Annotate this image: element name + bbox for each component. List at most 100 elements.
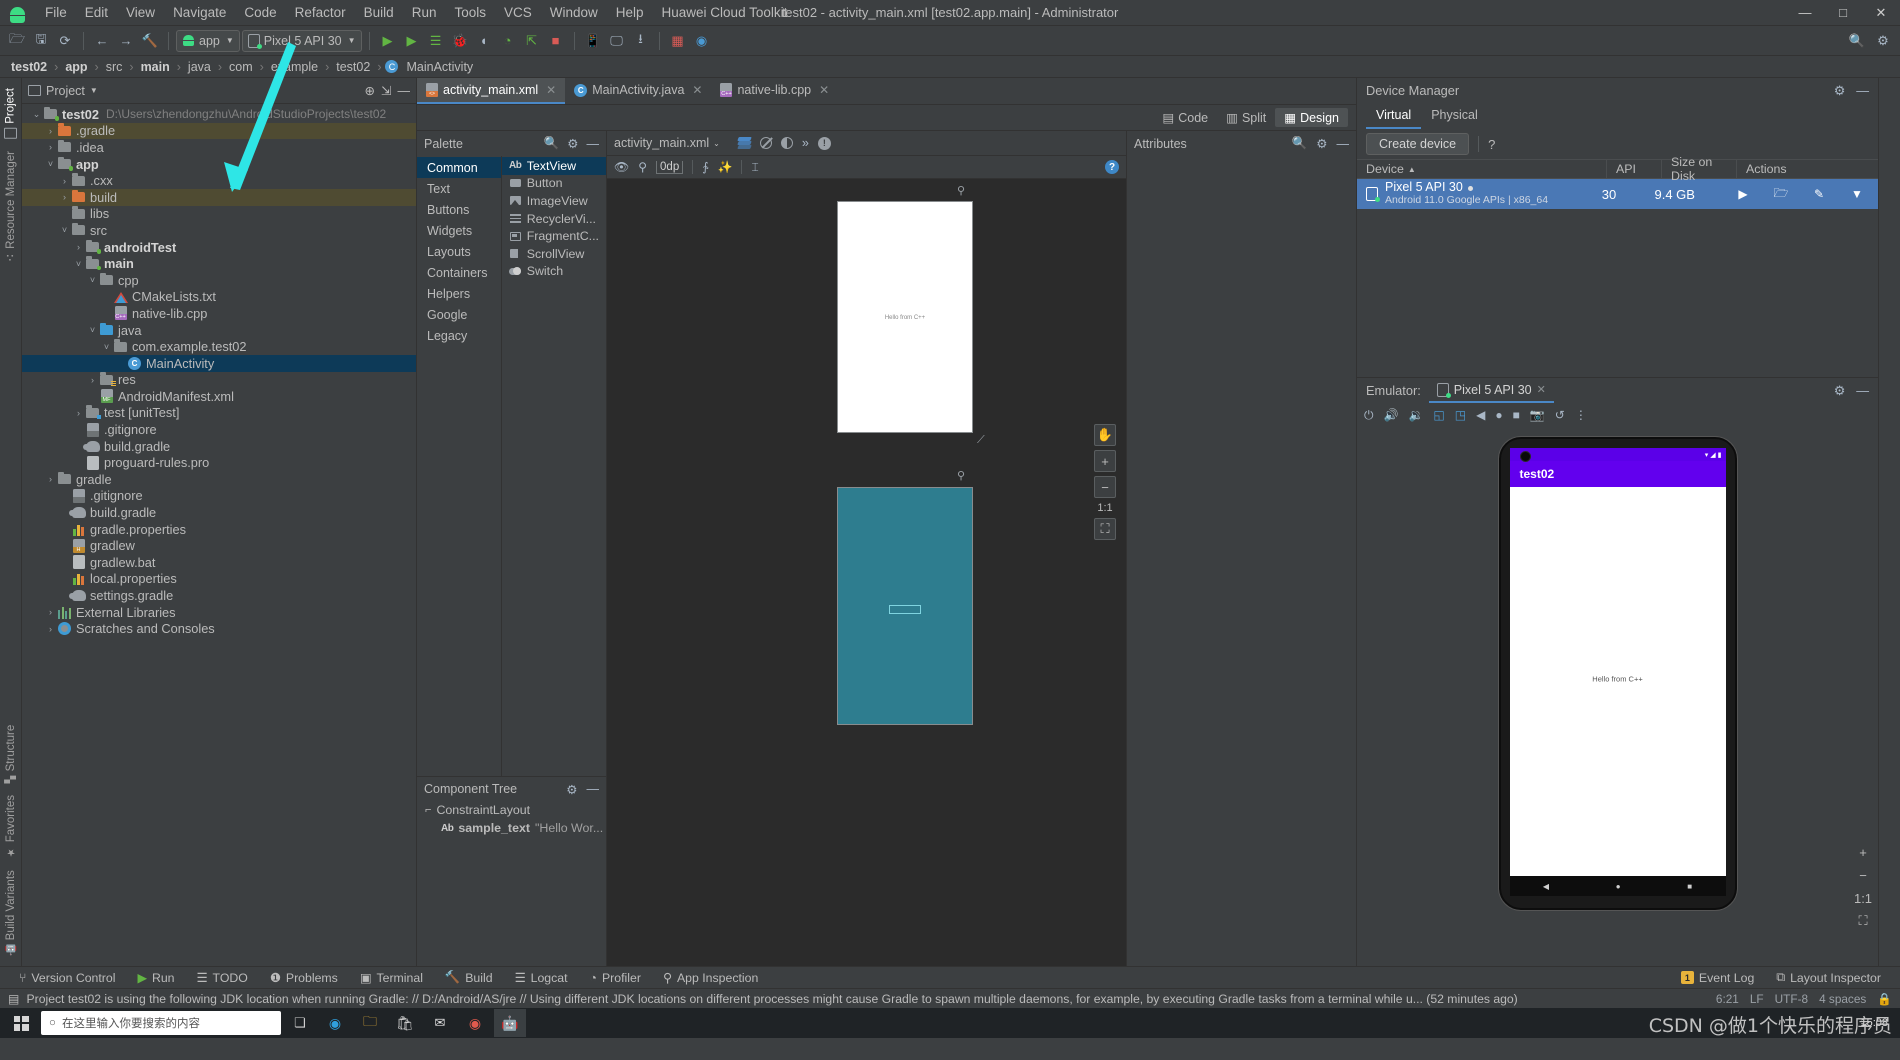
bottom-item-profiler[interactable]: ◔ Profiler bbox=[579, 971, 652, 985]
help-icon[interactable]: ? bbox=[1105, 160, 1119, 174]
forward-arrow-icon[interactable]: → bbox=[115, 30, 137, 52]
line-separator[interactable]: LF bbox=[1750, 992, 1764, 1006]
hide-palette-icon[interactable]: — bbox=[587, 137, 600, 151]
show-constraints-icon[interactable]: 👁 bbox=[614, 160, 629, 174]
more-options-icon[interactable]: » bbox=[802, 136, 809, 150]
mail-icon[interactable]: ✉ bbox=[424, 1009, 456, 1037]
attach-debugger-icon[interactable]: ◖ bbox=[473, 30, 495, 52]
blueprint-preview-frame[interactable] bbox=[837, 487, 973, 725]
tree-row-gitignore[interactable]: ›.gitignore bbox=[22, 488, 416, 505]
bottom-item-todo[interactable]: ☰ TODO bbox=[186, 971, 259, 985]
back-arrow-icon[interactable]: ← bbox=[91, 30, 113, 52]
chrome-icon[interactable]: ◉ bbox=[459, 1009, 491, 1037]
tree-row-scratches-and-consoles[interactable]: › Scratches and Consoles bbox=[22, 620, 416, 637]
menu-navigate[interactable]: Navigate bbox=[164, 2, 235, 23]
expand-arrow-icon[interactable]: ⌄ bbox=[30, 109, 43, 120]
tree-row-root[interactable]: ⌄ test02 D:\Users\zhendongzhu\AndroidStu… bbox=[22, 106, 416, 123]
breadcrumb-java[interactable]: java bbox=[185, 60, 214, 74]
tree-row-java[interactable]: ˅ java bbox=[22, 322, 416, 339]
infer-constraints-icon[interactable]: ✨ bbox=[717, 160, 732, 174]
palette-category-helpers[interactable]: Helpers bbox=[417, 283, 501, 304]
avd-manager-icon[interactable]: 📱 bbox=[582, 30, 604, 52]
palette-category-buttons[interactable]: Buttons bbox=[417, 199, 501, 220]
tree-row-androidtest[interactable]: › androidTest bbox=[22, 239, 416, 256]
emulator-tab[interactable]: Pixel 5 API 30 ✕ bbox=[1428, 378, 1554, 403]
palette-category-common[interactable]: Common bbox=[417, 157, 501, 178]
overview-icon[interactable]: ■ bbox=[1513, 408, 1520, 422]
emulator-zoom-out-icon[interactable]: − bbox=[1854, 866, 1872, 884]
run-with-coverage-icon[interactable]: ▶ bbox=[401, 30, 423, 52]
column-device[interactable]: Device ▲ bbox=[1357, 159, 1607, 179]
breadcrumb-mainactivity[interactable]: MainActivity bbox=[403, 60, 476, 74]
tree-row-gradle[interactable]: › .gradle bbox=[22, 122, 416, 140]
tree-row-mainactivity[interactable]: ›CMainActivity bbox=[22, 354, 416, 372]
history-icon[interactable]: ↺ bbox=[1555, 408, 1565, 422]
breadcrumb-test02-pkg[interactable]: test02 bbox=[333, 60, 373, 74]
taskbar-search-input[interactable]: ○ 在这里输入你要搜索的内容 bbox=[41, 1011, 281, 1035]
more-icon[interactable]: ⋮ bbox=[1575, 408, 1587, 422]
gear-icon-comptree[interactable]: ⚙ bbox=[566, 782, 577, 797]
gear-icon-attributes[interactable]: ⚙ bbox=[1316, 136, 1327, 151]
tab-mainactivity-java[interactable]: C MainActivity.java ✕ bbox=[565, 78, 711, 104]
guidelines-icon[interactable]: ⌶ bbox=[751, 160, 758, 175]
dropdown-icon-row[interactable]: ▼ bbox=[1845, 187, 1869, 201]
menu-code[interactable]: Code bbox=[235, 2, 285, 23]
project-panel-title-group[interactable]: Project ▼ bbox=[28, 84, 98, 98]
search-icon[interactable]: 🔍 bbox=[1846, 30, 1868, 52]
default-margin-value[interactable]: 0dp bbox=[656, 160, 684, 174]
tree-row-app[interactable]: ˅ app bbox=[22, 156, 416, 173]
rotate-right-icon[interactable]: ◳ bbox=[1455, 408, 1466, 422]
back-icon[interactable]: ◀ bbox=[1476, 408, 1485, 422]
close-icon-3[interactable]: ✕ bbox=[819, 83, 829, 97]
run-anything-icon[interactable]: ⇱ bbox=[521, 30, 543, 52]
expand-arrow-icon[interactable]: › bbox=[44, 126, 57, 136]
sync-icon[interactable]: ⟳ bbox=[54, 30, 76, 52]
store-icon[interactable]: 🛍 bbox=[389, 1009, 421, 1037]
mode-code[interactable]: ▤ Code bbox=[1153, 108, 1217, 127]
render-preview-frame[interactable]: Hello from C++ bbox=[837, 201, 973, 433]
menu-build[interactable]: Build bbox=[355, 2, 403, 23]
nav-back-icon[interactable]: ◀ bbox=[1543, 882, 1549, 891]
expand-arrow-icon[interactable]: › bbox=[44, 142, 57, 152]
palette-category-text[interactable]: Text bbox=[417, 178, 501, 199]
tab-activity-main-xml[interactable]: activity_main.xml ✕ bbox=[417, 78, 566, 104]
tab-virtual[interactable]: Virtual bbox=[1366, 103, 1422, 129]
bottom-item-event-log[interactable]: 1 Event Log bbox=[1670, 971, 1765, 985]
caret-position[interactable]: 6:21 bbox=[1716, 992, 1739, 1006]
expand-arrow-icon[interactable]: ˅ bbox=[44, 159, 57, 169]
breadcrumb-main[interactable]: main bbox=[138, 60, 173, 74]
tree-row-gradlew[interactable]: ›Hgradlew bbox=[22, 537, 416, 554]
palette-item-scrollview[interactable]: ScrollView bbox=[502, 245, 606, 263]
palette-item-fragmentc[interactable]: FragmentC... bbox=[502, 227, 606, 245]
debug-icon[interactable]: 🐞 bbox=[449, 30, 471, 52]
palette-category-google[interactable]: Google bbox=[417, 304, 501, 325]
hide-panel-icon[interactable]: — bbox=[398, 84, 411, 98]
palette-item-textview[interactable]: Ab TextView bbox=[501, 157, 606, 175]
palette-item-switch[interactable]: Switch bbox=[502, 263, 606, 281]
tab-native-lib-cpp[interactable]: C++ native-lib.cpp ✕ bbox=[711, 78, 838, 104]
palette-item-imageview[interactable]: ImageView bbox=[502, 192, 606, 210]
surface-file-selector[interactable]: activity_main.xml ⌄ bbox=[614, 136, 720, 150]
sidebar-item-favorites[interactable]: ★ Favorites bbox=[2, 789, 20, 863]
screenshot-icon[interactable]: 📷 bbox=[1530, 408, 1545, 422]
hide-dm-icon[interactable]: — bbox=[1856, 83, 1869, 98]
palette-item-recyclervi[interactable]: RecyclerVi... bbox=[502, 210, 606, 228]
build-hammer-icon[interactable]: 🔨 bbox=[139, 30, 161, 52]
menu-help[interactable]: Help bbox=[607, 2, 653, 23]
close-icon[interactable]: ✕ bbox=[546, 83, 556, 97]
tree-row-gitignore[interactable]: ›.gitignore bbox=[22, 421, 416, 438]
hide-emulator-icon[interactable]: — bbox=[1856, 383, 1869, 398]
sidebar-item-resource-manager[interactable]: ⛬ Resource Manager bbox=[2, 145, 20, 269]
clear-constraints-icon[interactable]: ∱ bbox=[702, 160, 708, 174]
emulator-device[interactable]: ▾ ◢ ▮ test02 Hello from C++ ◀ ● ■ bbox=[1498, 437, 1737, 910]
tree-row-idea[interactable]: › .idea bbox=[22, 139, 416, 156]
expand-arrow-icon[interactable]: ˅ bbox=[86, 275, 99, 285]
menu-edit[interactable]: Edit bbox=[76, 2, 117, 23]
run-icon[interactable]: ▶ bbox=[377, 30, 399, 52]
tree-row-gradle[interactable]: › gradle bbox=[22, 471, 416, 488]
expand-arrow-icon[interactable]: › bbox=[44, 474, 57, 484]
help-icon-dm[interactable]: ? bbox=[1488, 137, 1495, 152]
sidebar-item-structure[interactable]: ▚ Structure bbox=[2, 719, 20, 789]
expand-arrow-icon[interactable]: ˅ bbox=[100, 342, 113, 352]
breadcrumb-com[interactable]: com bbox=[226, 60, 256, 74]
